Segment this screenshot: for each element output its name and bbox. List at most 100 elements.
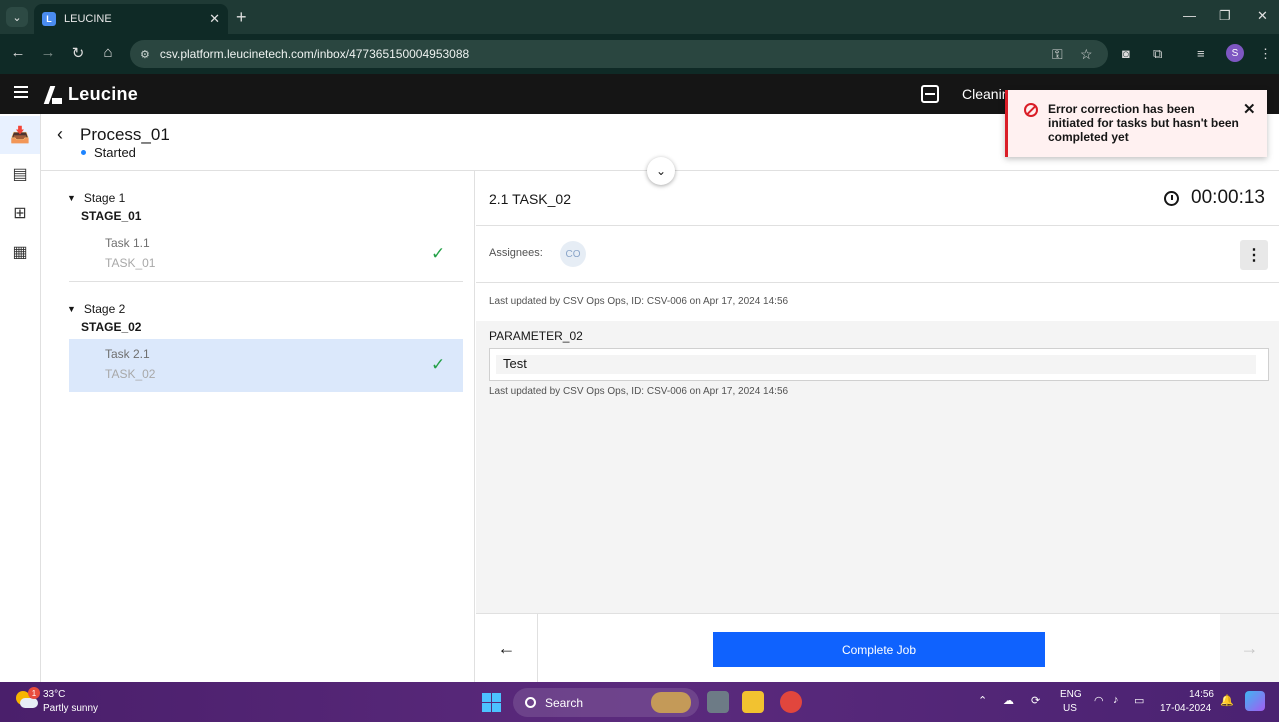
window-close-icon[interactable]: ✕ bbox=[1257, 8, 1268, 24]
caret-down-icon: ▼ bbox=[67, 193, 76, 203]
weather-badge: 1 bbox=[28, 687, 40, 699]
parameter-label: PARAMETER_02 bbox=[489, 329, 583, 343]
checkmark-icon: ✓ bbox=[431, 244, 446, 263]
onedrive-cloud-icon[interactable]: ☁ bbox=[1003, 694, 1014, 707]
browser-toolbar: ← → ↻ ⌂ ⚙ csv.platform.leucinetech.com/i… bbox=[0, 34, 1279, 74]
stage-name: STAGE_01 bbox=[81, 209, 142, 223]
new-tab-icon[interactable]: + bbox=[236, 7, 247, 27]
task-name: TASK_01 bbox=[105, 256, 156, 270]
inbox-icon[interactable]: 📥 bbox=[0, 116, 40, 154]
error-icon bbox=[1024, 103, 1038, 117]
assignees-label: Assignees: bbox=[489, 247, 543, 259]
file-explorer-icon[interactable] bbox=[742, 691, 764, 713]
browser-tab-bar: ⌄ L LEUCINE ✕ + — ❐ ✕ bbox=[0, 0, 1279, 34]
notification-bell-icon[interactable]: 🔔 bbox=[1220, 694, 1234, 707]
reload-icon[interactable]: ↻ bbox=[68, 44, 88, 62]
extensions-icon[interactable]: ⧉ bbox=[1153, 46, 1162, 62]
task-item[interactable]: Task 1.1 TASK_01 ✓ bbox=[69, 228, 463, 281]
leucine-logo-icon bbox=[44, 86, 62, 104]
menu-icon[interactable] bbox=[14, 86, 28, 101]
bookmark-star-icon[interactable]: ☆ bbox=[1080, 40, 1093, 68]
search-icon bbox=[525, 697, 536, 708]
parameter-value: Test bbox=[503, 356, 527, 371]
stage-header[interactable]: ▼ Stage 1 STAGE_01 bbox=[67, 191, 141, 223]
windows-taskbar: 1 33°C Partly sunny Search ⌃ ☁ ⟳ ENG US … bbox=[0, 682, 1279, 722]
qr-scan-icon[interactable] bbox=[921, 85, 939, 103]
job-status: Started bbox=[81, 145, 136, 160]
parameter-input-field[interactable] bbox=[496, 355, 1256, 374]
toast-message: Error correction has been initiated for … bbox=[1048, 102, 1239, 144]
arrow-right-icon: → bbox=[1240, 638, 1259, 658]
assignee-avatar[interactable]: CO bbox=[560, 241, 586, 267]
task-footer: ← Complete Job → bbox=[476, 613, 1279, 683]
stage-label: Stage 1 bbox=[83, 191, 126, 205]
complete-job-button[interactable]: Complete Job bbox=[713, 632, 1045, 667]
reports-icon[interactable]: ▦ bbox=[0, 233, 40, 271]
profile-avatar[interactable]: S bbox=[1226, 44, 1244, 62]
previous-task-button[interactable]: ← bbox=[476, 614, 538, 683]
home-icon[interactable]: ⌂ bbox=[98, 44, 118, 61]
taskbar-search[interactable]: Search bbox=[513, 688, 699, 717]
parameter-input[interactable]: Test bbox=[489, 348, 1269, 381]
checkmark-icon: ✓ bbox=[431, 355, 446, 374]
weather-condition[interactable]: Partly sunny bbox=[43, 703, 98, 714]
wifi-icon[interactable]: ◠ bbox=[1094, 694, 1104, 707]
address-bar[interactable]: ⚙ csv.platform.leucinetech.com/inbox/477… bbox=[130, 40, 1108, 68]
media-control-icon[interactable]: ≡ bbox=[1197, 46, 1205, 61]
task-view-icon[interactable] bbox=[707, 691, 729, 713]
site-info-icon[interactable]: ⚙ bbox=[140, 48, 150, 61]
stage-list: ▼ Stage 1 STAGE_01 Task 1.1 TASK_01 ✓ ▼ St… bbox=[41, 171, 475, 682]
task-label: Task 2.1 bbox=[105, 347, 150, 361]
parameter-last-updated: Last updated by CSV Ops Ops, ID: CSV-006… bbox=[489, 386, 789, 397]
toast-close-icon[interactable]: ✕ bbox=[1243, 100, 1256, 118]
volume-icon[interactable]: ♪ bbox=[1113, 694, 1119, 706]
stage-name: STAGE_02 bbox=[81, 320, 142, 334]
windows-start-icon[interactable] bbox=[482, 693, 501, 712]
job-title: Process_01 bbox=[80, 125, 170, 144]
task-name: TASK_02 bbox=[105, 367, 156, 381]
show-hidden-icons-icon[interactable]: ⌃ bbox=[978, 694, 987, 707]
region-indicator[interactable]: US bbox=[1063, 703, 1077, 714]
task-more-options-button[interactable]: ⋮ bbox=[1240, 240, 1268, 270]
hierarchy-icon[interactable]: ⊞ bbox=[0, 194, 40, 232]
tab-title: LEUCINE bbox=[64, 13, 112, 25]
back-arrow-icon[interactable]: ← bbox=[8, 44, 28, 61]
leucine-logo[interactable]: Leucine bbox=[44, 84, 138, 105]
back-chevron-icon[interactable]: ‹ bbox=[57, 124, 63, 145]
chrome-icon[interactable] bbox=[780, 691, 802, 713]
sync-icon[interactable]: ⟳ bbox=[1031, 694, 1040, 707]
task-last-updated: Last updated by CSV Ops Ops, ID: CSV-006… bbox=[489, 296, 789, 307]
taskbar-date[interactable]: 17-04-2024 bbox=[1160, 703, 1211, 714]
camera-icon[interactable]: ◙ bbox=[1122, 46, 1130, 61]
taskbar-time[interactable]: 14:56 bbox=[1164, 689, 1214, 700]
task-label: Task 1.1 bbox=[105, 236, 150, 250]
stage-label: Stage 2 bbox=[83, 302, 126, 316]
tab-search-button[interactable]: ⌄ bbox=[6, 7, 28, 27]
forward-arrow-icon[interactable]: → bbox=[38, 44, 58, 61]
collapse-header-button[interactable]: ⌄ bbox=[647, 157, 675, 185]
browser-menu-icon[interactable]: ⋮ bbox=[1259, 46, 1272, 62]
next-task-button[interactable]: → bbox=[1220, 614, 1279, 683]
leucine-favicon-icon: L bbox=[42, 12, 56, 26]
weather-temperature[interactable]: 33°C bbox=[43, 689, 65, 700]
status-dot-icon bbox=[81, 150, 86, 155]
timer-value: 00:00:13 bbox=[1191, 187, 1265, 208]
checklists-icon[interactable]: ▤ bbox=[0, 155, 40, 193]
task-item-selected[interactable]: Task 2.1 TASK_02 ✓ bbox=[69, 339, 463, 392]
battery-icon[interactable]: ▭ bbox=[1134, 694, 1144, 707]
task-title: 2.1 TASK_02 bbox=[489, 191, 571, 207]
divider bbox=[69, 281, 463, 282]
restore-icon[interactable]: ❐ bbox=[1219, 8, 1231, 24]
search-label: Search bbox=[545, 695, 584, 710]
language-indicator[interactable]: ENG bbox=[1060, 689, 1082, 700]
copilot-icon[interactable] bbox=[1245, 691, 1265, 711]
stage-header[interactable]: ▼ Stage 2 STAGE_02 bbox=[67, 302, 141, 334]
kebab-menu-icon: ⋮ bbox=[1246, 247, 1262, 264]
tab-close-icon[interactable]: ✕ bbox=[209, 11, 220, 27]
browser-tab[interactable]: L LEUCINE ✕ bbox=[34, 4, 228, 34]
task-timer: 00:00:13 bbox=[1164, 187, 1265, 209]
password-key-icon[interactable]: ⚿ bbox=[1052, 40, 1063, 68]
minimize-icon[interactable]: — bbox=[1183, 8, 1196, 23]
facility-selector[interactable]: Cleanin bbox=[962, 86, 1009, 102]
brand-name: Leucine bbox=[68, 84, 139, 104]
